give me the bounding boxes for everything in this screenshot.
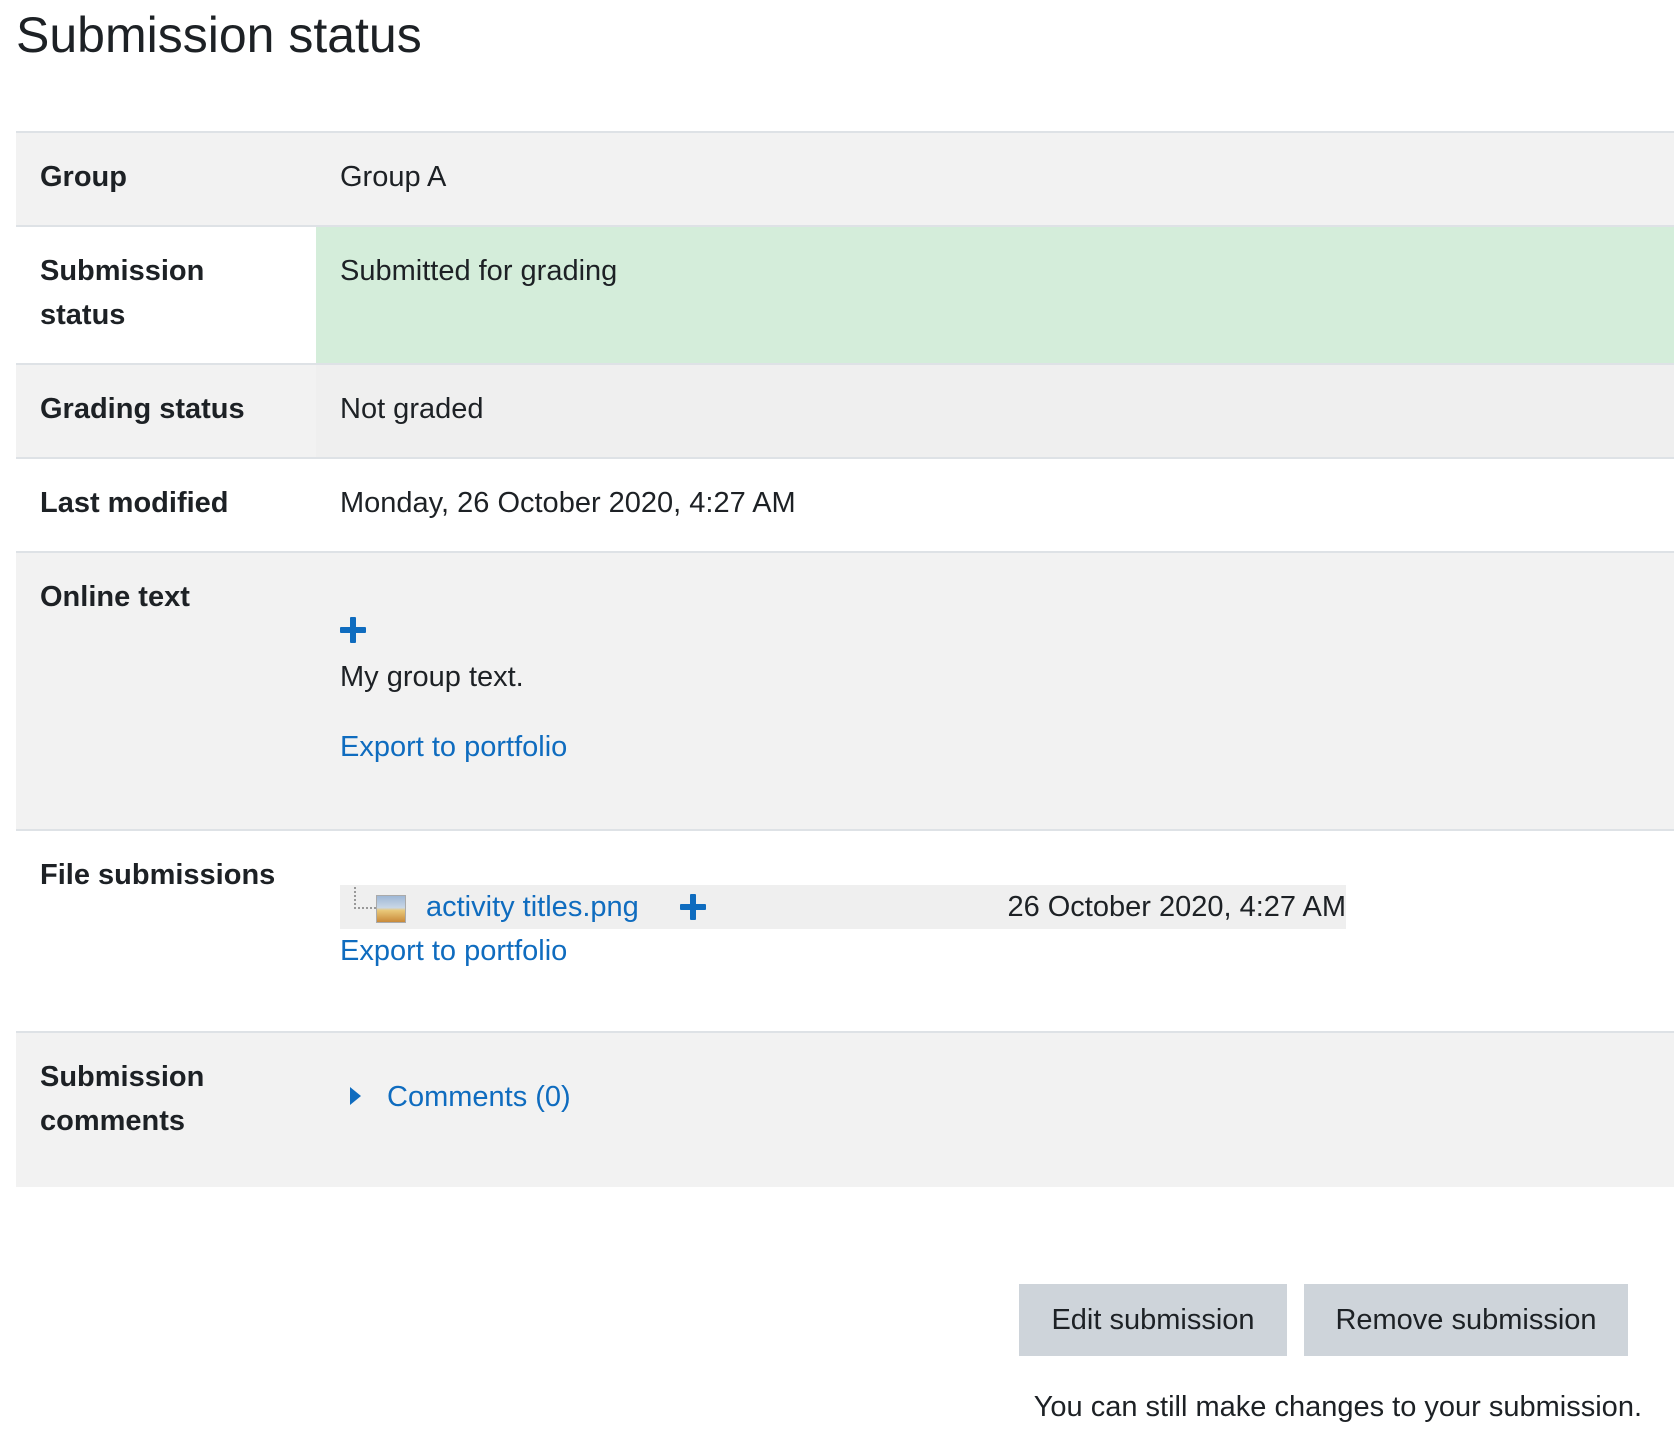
row-label-last-modified: Last modified (40, 487, 229, 519)
page-title: Submission status (16, 7, 422, 63)
group-value: Group A (340, 161, 447, 193)
online-text-content: My group text. Export to portfolio (340, 575, 1650, 769)
submission-status-table: Group Group A Submission status Submitte… (16, 131, 1674, 1187)
row-label-grading-status: Grading status (40, 393, 245, 425)
row-submission-comments: Submission comments Comments (0) (16, 1032, 1674, 1187)
file-link[interactable]: activity titles.png (426, 885, 639, 929)
row-label-file-submissions: File submissions (40, 859, 276, 891)
file-submissions-cell: activity titles.png 26 October 2020, 4:2… (316, 830, 1674, 1032)
row-file-submissions: File submissions activity titles.png 26 … (16, 830, 1674, 1032)
row-label-group: Group (40, 161, 127, 193)
submission-status-value: Submitted for grading (316, 226, 1674, 364)
file-export-link[interactable]: Export to portfolio (340, 929, 1650, 973)
caret-right-icon[interactable] (350, 1087, 361, 1106)
submission-comments-cell: Comments (0) (316, 1032, 1674, 1187)
row-label-submission-status: Submission status (40, 255, 205, 331)
comments-link[interactable]: Comments (0) (387, 1081, 571, 1113)
image-file-icon (376, 895, 406, 923)
remove-submission-button[interactable]: Remove submission (1304, 1284, 1628, 1356)
online-text-preview: My group text. (340, 661, 524, 693)
file-submissions-content: activity titles.png 26 October 2020, 4:2… (340, 853, 1650, 973)
row-group: Group Group A (16, 132, 1674, 226)
edit-submission-button[interactable]: Edit submission (1019, 1284, 1287, 1356)
submission-note: You can still make changes to your submi… (1033, 1391, 1642, 1423)
online-text-export-link[interactable]: Export to portfolio (340, 725, 1650, 769)
online-text-cell: My group text. Export to portfolio (316, 552, 1674, 830)
row-label-online-text: Online text (40, 581, 190, 613)
file-row: activity titles.png 26 October 2020, 4:2… (340, 885, 1346, 929)
file-date: 26 October 2020, 4:27 AM (1007, 891, 1346, 923)
comments-toggle[interactable]: Comments (0) (340, 1055, 1650, 1119)
submission-status-page: Submission status Group Group A Submissi… (0, 0, 1674, 1448)
last-modified-value: Monday, 26 October 2020, 4:27 AM (340, 487, 796, 519)
tree-connector-icon (354, 887, 376, 909)
row-online-text: Online text My group text. Export to por… (16, 552, 1674, 830)
row-label-submission-comments: Submission comments (40, 1061, 205, 1137)
plus-icon[interactable] (680, 894, 706, 920)
grading-status-value: Not graded (316, 364, 1674, 458)
row-submission-status: Submission status Submitted for grading (16, 226, 1674, 364)
row-grading-status: Grading status Not graded (16, 364, 1674, 458)
row-last-modified: Last modified Monday, 26 October 2020, 4… (16, 458, 1674, 552)
plus-icon[interactable] (340, 617, 366, 644)
